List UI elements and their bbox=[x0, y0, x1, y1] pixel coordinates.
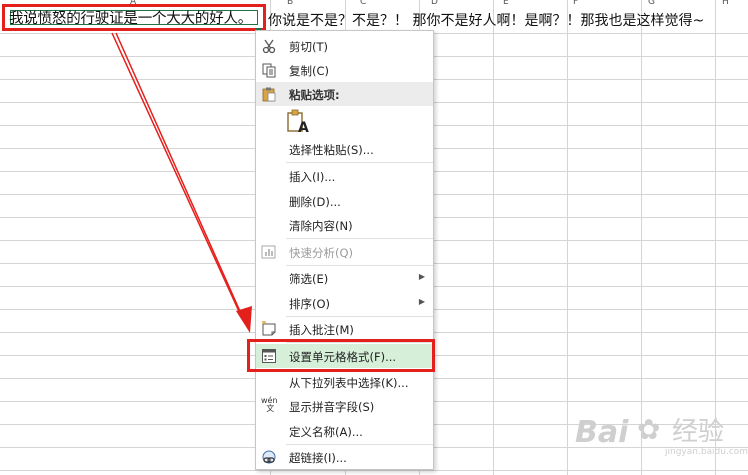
context-menu: 剪切(T) 复制(C) 粘贴选项: A 选择性粘贴(S)... 插入(I)...… bbox=[255, 30, 434, 470]
hyperlink-icon bbox=[261, 449, 277, 465]
submenu-arrow-icon: ▶ bbox=[418, 272, 425, 281]
column-header-e[interactable]: E bbox=[503, 0, 509, 5]
menu-item-copy[interactable]: 复制(C) bbox=[256, 58, 433, 82]
cell-a1-text: 我说愤怒的行驶证是一个大大的好人。 bbox=[9, 11, 253, 27]
menu-item-define-name[interactable]: 定义名称(A)... bbox=[256, 419, 433, 443]
menu-item-insert[interactable]: 插入(I)... bbox=[256, 164, 433, 188]
menu-item-label: 快速分析(Q) bbox=[289, 246, 354, 260]
scissors-icon bbox=[261, 38, 277, 54]
menu-item-filter[interactable]: 筛选(E) ▶ bbox=[256, 266, 433, 290]
menu-item-label: 选择性粘贴(S)... bbox=[289, 143, 374, 157]
menu-item-cut[interactable]: 剪切(T) bbox=[256, 34, 433, 58]
menu-item-delete[interactable]: 删除(D)... bbox=[256, 189, 433, 213]
column-header-g[interactable]: G bbox=[648, 0, 655, 5]
menu-item-label: 插入批注(M) bbox=[289, 323, 354, 337]
menu-item-label: 插入(I)... bbox=[289, 170, 336, 184]
cell-overflow-text: 你说是不是？不是？！ 那你不是好人啊！是啊？！那我也是这样觉得~ bbox=[268, 13, 705, 29]
menu-item-label: 筛选(E) bbox=[289, 272, 329, 286]
paste-options-header: 粘贴选项: bbox=[256, 82, 433, 106]
column-header-f[interactable]: F bbox=[573, 0, 578, 5]
menu-item-label: 复制(C) bbox=[289, 64, 330, 78]
menu-item-label: 清除内容(N) bbox=[289, 219, 353, 233]
submenu-arrow-icon: ▶ bbox=[418, 297, 425, 306]
column-header-d[interactable]: D bbox=[431, 0, 438, 5]
comment-icon bbox=[261, 321, 277, 337]
menu-item-label: 超链接(I)... bbox=[289, 451, 347, 465]
menu-item-show-phonetic[interactable]: wén 文 显示拼音字段(S) bbox=[256, 394, 433, 418]
menu-item-quick-analysis[interactable]: 快速分析(Q) bbox=[256, 240, 433, 264]
clipboard-icon bbox=[261, 86, 277, 102]
menu-item-label: 剪切(T) bbox=[289, 40, 328, 54]
column-header-c[interactable]: C bbox=[360, 0, 366, 5]
annotation-highlight-box bbox=[247, 339, 435, 372]
phonetic-icon: wén 文 bbox=[261, 396, 278, 413]
menu-item-paste-special[interactable]: 选择性粘贴(S)... bbox=[256, 137, 433, 161]
menu-item-hyperlink[interactable]: 超链接(I)... bbox=[256, 445, 433, 469]
menu-item-sort[interactable]: 排序(O) ▶ bbox=[256, 291, 433, 315]
column-header-b[interactable]: B bbox=[287, 0, 293, 5]
menu-separator bbox=[286, 238, 433, 239]
column-header-h[interactable]: H bbox=[722, 0, 729, 5]
menu-item-label: 从下拉列表中选择(K)... bbox=[289, 376, 409, 390]
copy-icon bbox=[261, 62, 277, 78]
quick-analysis-icon bbox=[261, 244, 277, 260]
menu-item-insert-comment[interactable]: 插入批注(M) bbox=[256, 317, 433, 341]
paste-values-option[interactable]: A bbox=[286, 109, 312, 137]
menu-item-pick-from-list[interactable]: 从下拉列表中选择(K)... bbox=[256, 370, 433, 394]
menu-item-label: 显示拼音字段(S) bbox=[289, 400, 375, 414]
menu-item-label: 定义名称(A)... bbox=[289, 425, 363, 439]
paste-options-label: 粘贴选项: bbox=[289, 88, 340, 102]
menu-item-clear-contents[interactable]: 清除内容(N) bbox=[256, 213, 433, 237]
menu-item-label: 排序(O) bbox=[289, 297, 331, 311]
menu-separator bbox=[286, 162, 433, 163]
menu-item-label: 删除(D)... bbox=[289, 195, 341, 209]
paste-option-letter: A bbox=[298, 120, 309, 136]
